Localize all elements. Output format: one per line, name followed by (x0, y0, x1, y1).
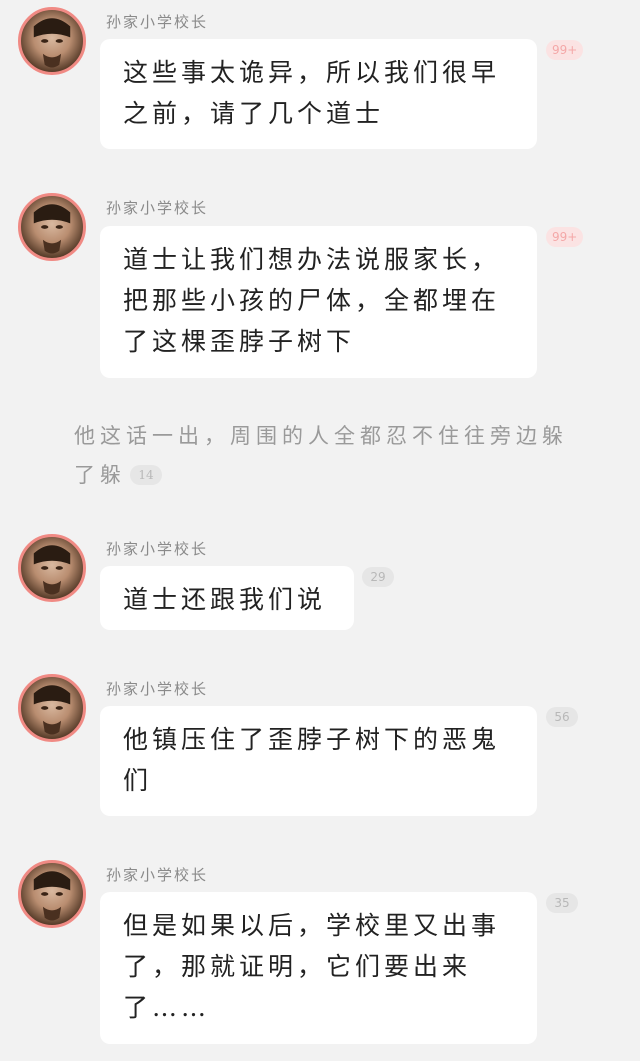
sender-name: 孙家小学校长 (106, 199, 209, 217)
message-bubble[interactable]: 这些事太诡异，所以我们很早之前，请了几个道士 (100, 39, 537, 149)
sender-name: 孙家小学校长 (106, 866, 209, 884)
comment-count-badge[interactable]: 14 (130, 464, 162, 485)
message-bubble[interactable]: 道士让我们想办法说服家长，把那些小孩的尸体，全都埋在了这棵歪脖子树下 (100, 226, 537, 378)
avatar[interactable] (18, 7, 86, 75)
avatar[interactable] (18, 860, 86, 928)
avatar[interactable] (18, 534, 86, 602)
message-bubble[interactable]: 道士还跟我们说 (100, 566, 354, 630)
sender-name: 孙家小学校长 (106, 13, 209, 31)
comment-count-badge[interactable]: 56 (546, 707, 578, 727)
message-bubble[interactable]: 他镇压住了歪脖子树下的恶鬼们 (100, 706, 537, 816)
message-bubble[interactable]: 但是如果以后，学校里又出事了，那就证明，它们要出来了…… (100, 892, 537, 1044)
sender-name: 孙家小学校长 (106, 540, 209, 558)
narration-text: 他这话一出，周围的人全都忍不住往旁边躲了躲 14 (74, 417, 574, 495)
comment-count-badge[interactable]: 99+ (546, 227, 584, 247)
avatar[interactable] (18, 193, 86, 261)
comment-count-badge[interactable]: 99+ (546, 40, 584, 60)
avatar[interactable] (18, 674, 86, 742)
sender-name: 孙家小学校长 (106, 680, 209, 698)
comment-count-badge[interactable]: 35 (546, 893, 578, 913)
comment-count-badge[interactable]: 29 (362, 567, 394, 587)
